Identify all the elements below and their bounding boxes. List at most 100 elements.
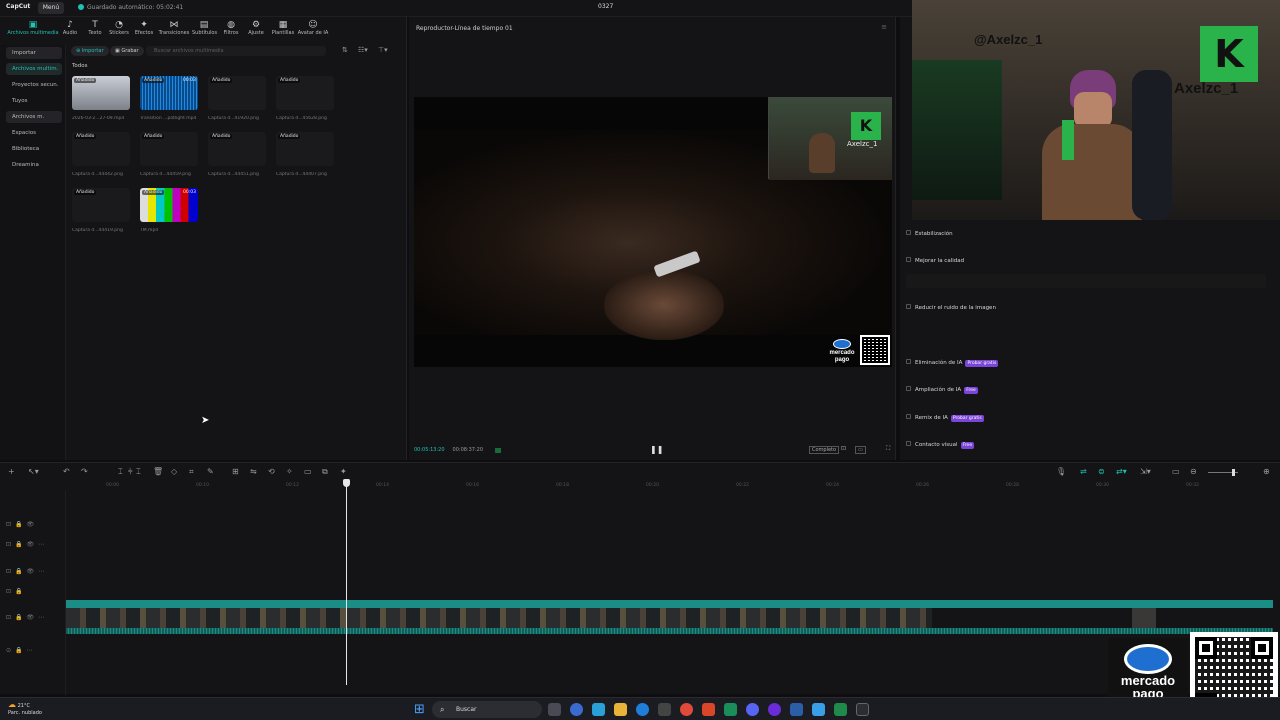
transform-icon[interactable]: ⟲ bbox=[268, 467, 275, 477]
track-controls[interactable]: ⊡🔒👁⋯ bbox=[6, 568, 48, 575]
prop-eye-contact[interactable]: Contacto visual Free bbox=[906, 439, 1266, 451]
prop-ai-removal[interactable]: Eliminación de IA Probar gratis bbox=[906, 357, 1266, 369]
time-ruler[interactable]: 00:00 00:10 00:12 00:14 00:16 00:18 00:2… bbox=[66, 481, 1280, 491]
ai-icon[interactable]: ✦ bbox=[340, 467, 347, 477]
clip-filmstrip[interactable] bbox=[1132, 608, 1156, 628]
discord-icon[interactable] bbox=[746, 703, 759, 716]
edge-icon[interactable] bbox=[592, 703, 605, 716]
crop-icon[interactable]: ⌗ bbox=[189, 467, 194, 477]
weather-widget[interactable]: ☁ 21°C Parc. nublado bbox=[8, 701, 42, 717]
mic-icon[interactable]: 🎙 bbox=[1056, 467, 1066, 477]
nav-dreamina[interactable]: Dreamina bbox=[6, 159, 62, 171]
menu-button[interactable]: Menú bbox=[38, 2, 64, 14]
select-tool-icon[interactable]: ↖▾ bbox=[28, 467, 39, 477]
prop-ai-remix[interactable]: Remix de IA Probar gratis bbox=[906, 412, 1266, 424]
zoom-fit-icon[interactable]: ⊡ bbox=[841, 445, 846, 452]
tool-ai-avatar[interactable]: ☺ Avatar de IA bbox=[297, 20, 329, 36]
nav-yours[interactable]: Tuyos bbox=[6, 95, 62, 107]
media-thumb[interactable]: Añadido bbox=[208, 132, 266, 166]
main-video-track[interactable] bbox=[66, 600, 1273, 636]
tool-templates[interactable]: ▦ Plantillas bbox=[270, 20, 296, 36]
media-thumb[interactable]: Añadido bbox=[72, 132, 130, 166]
taskbar-search[interactable]: ⌕ Buscar bbox=[432, 701, 542, 718]
nav-spaces[interactable]: Espacios bbox=[6, 127, 62, 139]
media-thumb[interactable]: Añadido bbox=[276, 132, 334, 166]
prop-ai-upscale[interactable]: Ampliación de IA Free bbox=[906, 384, 1266, 396]
settings-icon[interactable] bbox=[790, 703, 803, 716]
nav-import[interactable]: Importar bbox=[6, 47, 62, 59]
track-controls[interactable]: ⊡🔒👁 bbox=[6, 521, 38, 528]
nav-subprojects[interactable]: Proyectos secun. bbox=[6, 79, 62, 91]
snap-icon[interactable]: ⇲▾ bbox=[1140, 467, 1151, 477]
track-controls[interactable]: ⊡🔒👁⋯ bbox=[6, 541, 48, 548]
start-icon[interactable]: ⊞ bbox=[414, 702, 425, 717]
player-menu-icon[interactable]: ≡ bbox=[881, 23, 887, 31]
excel-icon[interactable] bbox=[834, 703, 847, 716]
undo-icon[interactable]: ↶ bbox=[63, 467, 70, 477]
track-controls[interactable]: ⊡🔒👁⋯ bbox=[6, 614, 48, 621]
zoom-out-icon[interactable]: ⊖ bbox=[1190, 467, 1197, 477]
zoom-slider-handle[interactable] bbox=[1232, 469, 1235, 476]
track-controls[interactable]: ⊡🔒 bbox=[6, 588, 27, 595]
store-icon[interactable] bbox=[658, 703, 671, 716]
media-thumb[interactable]: Añadido bbox=[72, 188, 130, 222]
speed-icon[interactable]: ⊞ bbox=[232, 467, 239, 477]
screen-icon[interactable]: ⧉ bbox=[322, 467, 328, 477]
prop-quality-select[interactable] bbox=[906, 274, 1266, 288]
aspect-button[interactable]: ▭ bbox=[855, 446, 866, 454]
app-icon[interactable] bbox=[812, 703, 825, 716]
record-button[interactable]: ▣ Grabar bbox=[110, 46, 144, 56]
caption-icon[interactable]: ▭ bbox=[304, 467, 312, 477]
chrome-icon[interactable] bbox=[570, 703, 583, 716]
zoom-in-icon[interactable]: ⊕ bbox=[1263, 467, 1270, 477]
pause-icon[interactable]: ❚❚ bbox=[650, 445, 663, 454]
filter-dropdown-icon[interactable]: ⊤▾ bbox=[378, 45, 388, 55]
capcut-taskbar-icon[interactable] bbox=[856, 703, 869, 716]
media-thumb[interactable]: Añadido 00:03 bbox=[140, 188, 198, 222]
google-icon[interactable] bbox=[680, 703, 693, 716]
split-right-icon[interactable]: ⌶ bbox=[136, 467, 141, 477]
tool-adjust[interactable]: ⚙ Ajuste bbox=[244, 20, 268, 36]
tool-media[interactable]: ▣ Archivos multimedia bbox=[6, 20, 60, 36]
brave-icon[interactable] bbox=[702, 703, 715, 716]
browser-icon[interactable] bbox=[636, 703, 649, 716]
media-thumb[interactable]: Añadido 00:03 bbox=[140, 76, 198, 110]
mirror-icon[interactable]: ⇋ bbox=[250, 467, 257, 477]
nav-library[interactable]: Biblioteca bbox=[6, 143, 62, 155]
media-thumb[interactable]: Añadido bbox=[208, 76, 266, 110]
prop-enhance-quality[interactable]: Mejorar la calidad bbox=[906, 255, 1266, 267]
playhead[interactable] bbox=[343, 479, 350, 685]
magic-icon[interactable]: ✧ bbox=[286, 467, 293, 477]
xbox-icon[interactable] bbox=[724, 703, 737, 716]
import-button[interactable]: ⊕ Importar bbox=[71, 46, 109, 56]
clip-filmstrip[interactable] bbox=[66, 608, 932, 628]
sort-icon[interactable]: ⇅ bbox=[342, 45, 348, 55]
freeze-icon[interactable]: ◇ bbox=[171, 467, 177, 477]
tool-text[interactable]: T Texto bbox=[83, 20, 107, 36]
magnet-icon[interactable]: ⊜ bbox=[1098, 467, 1105, 477]
media-search-input[interactable]: Buscar archivos multimedia bbox=[146, 46, 326, 56]
audio-waveform[interactable] bbox=[66, 628, 1273, 634]
tool-subtitles[interactable]: ▤ Subtítulos bbox=[192, 20, 217, 36]
tool-effects[interactable]: ✦ Efectos bbox=[132, 20, 156, 36]
ratio-button[interactable]: Completo bbox=[809, 446, 840, 454]
media-thumb[interactable]: Añadido bbox=[276, 76, 334, 110]
prop-stabilization[interactable]: Estabilización bbox=[906, 228, 1266, 240]
preview-icon[interactable]: ▭ bbox=[1172, 467, 1180, 477]
draw-icon[interactable]: ✎ bbox=[207, 467, 214, 477]
delete-icon[interactable]: 🗑 bbox=[153, 467, 163, 477]
prop-denoise[interactable]: Reducir el ruido de la imagen bbox=[906, 302, 1266, 314]
obs-icon[interactable] bbox=[768, 703, 781, 716]
folder-icon[interactable] bbox=[614, 703, 627, 716]
tool-audio[interactable]: ♪ Audio bbox=[58, 20, 82, 36]
nav-files[interactable]: Archivos m. bbox=[6, 111, 62, 123]
clip-header[interactable] bbox=[66, 600, 1273, 608]
redo-icon[interactable]: ↷ bbox=[81, 467, 88, 477]
taskview-icon[interactable] bbox=[548, 703, 561, 716]
video-preview[interactable]: K Axelzc_1 mercado pago bbox=[414, 97, 892, 367]
split-left-icon[interactable]: ⌶ bbox=[118, 467, 123, 477]
tool-stickers[interactable]: ◔ Stickers bbox=[107, 20, 131, 36]
split-icon[interactable]: ⫩ bbox=[128, 467, 133, 477]
link-icon[interactable]: ⇌ bbox=[1080, 467, 1087, 477]
media-thumb[interactable]: Añadido bbox=[140, 132, 198, 166]
